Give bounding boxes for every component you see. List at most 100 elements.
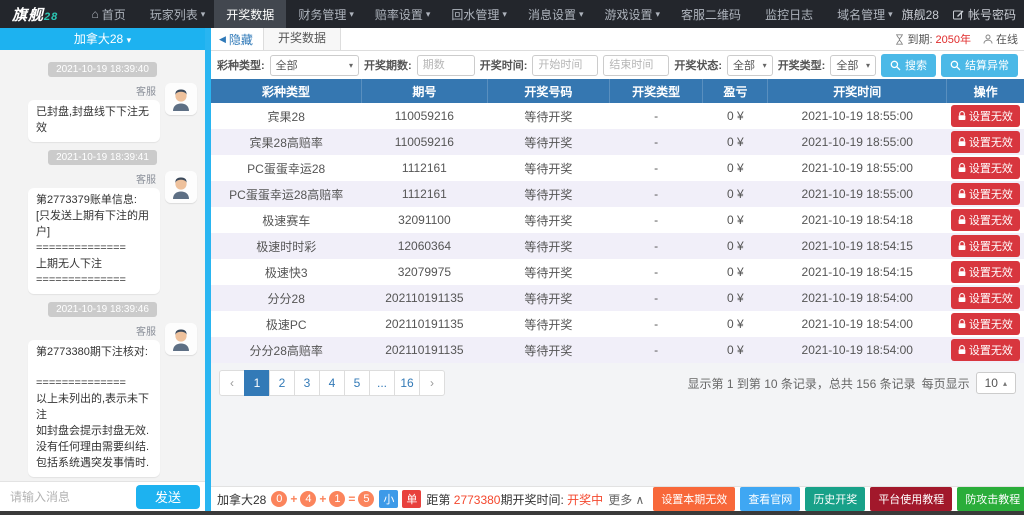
nav-menu-item[interactable]: 域名管理 ▾ bbox=[825, 0, 902, 28]
chat-message: 客服 第2773379账单信息: [只发送上期有下注的用户] =========… bbox=[6, 170, 197, 294]
issue-input[interactable] bbox=[416, 54, 475, 76]
chat-room-selector[interactable]: 加拿大28 ▾ bbox=[0, 28, 205, 50]
cell-lottery-name: 极速赛车 bbox=[262, 213, 311, 228]
page-button[interactable]: ... bbox=[369, 370, 395, 396]
cell-lottery-name: PC蛋蛋幸运28 bbox=[247, 161, 326, 176]
chevron-down-icon: ▾ bbox=[200, 8, 206, 19]
start-time-input[interactable] bbox=[532, 54, 599, 76]
set-invalid-button[interactable]: 设置无效 bbox=[950, 235, 1020, 257]
top-navbar: 旗舰28 ⌂ 首页 玩家列表 ▾ 开奖数据 财务管理 ▾ 赔率设置 ▾ 回水管理 ▾ 消息… bbox=[0, 0, 1024, 28]
cell-draw-time: 2021-10-19 18:55:00 bbox=[801, 187, 913, 201]
column-header: 操作 bbox=[946, 79, 1024, 103]
lock-icon bbox=[958, 163, 966, 172]
page-button[interactable]: 3 bbox=[294, 370, 320, 396]
quick-action-button[interactable]: 设置本期无效 bbox=[653, 487, 736, 511]
set-invalid-button[interactable]: 设置无效 bbox=[950, 183, 1020, 205]
draw-result-balls: 0 +4 +1 = 5 bbox=[271, 491, 375, 507]
cell-profit: 0 ¥ bbox=[726, 265, 744, 279]
account-password-link[interactable]: 帐号密码 bbox=[952, 6, 1016, 23]
nav-menu-item[interactable]: 玩家列表 ▾ bbox=[138, 0, 215, 28]
search-icon bbox=[950, 60, 961, 70]
search-button[interactable]: 搜索 bbox=[881, 53, 936, 77]
chat-message-group: 2021-10-19 18:39:40 客服 已封盘,封盘线下下注无效 bbox=[6, 62, 199, 142]
quick-action-button[interactable]: 防攻击教程 bbox=[957, 487, 1024, 511]
set-invalid-button[interactable]: 设置无效 bbox=[950, 339, 1020, 361]
nav-menu-item[interactable]: 开奖数据 bbox=[214, 0, 287, 28]
result-badge: 小 bbox=[379, 490, 399, 508]
quick-action-button[interactable]: 平台使用教程 bbox=[870, 487, 953, 511]
nav-menu-item[interactable]: 回水管理 ▾ bbox=[439, 0, 516, 28]
nav-menu-item[interactable]: ⌂ 首页 bbox=[82, 0, 137, 28]
draw-status-select[interactable]: 全部 ▾ bbox=[727, 54, 773, 76]
cell-draw-time: 2021-10-19 18:55:00 bbox=[801, 109, 913, 123]
page-button[interactable]: 4 bbox=[319, 370, 345, 396]
page-button[interactable]: 5 bbox=[344, 370, 370, 396]
chevron-down-icon: ▾ bbox=[655, 8, 661, 19]
table-row: 分分28高赔率 202110191135 等待开奖 - 0 ¥ 2021-10-… bbox=[211, 337, 1024, 363]
chevron-down-icon: ▾ bbox=[888, 8, 893, 19]
message-bubble: 已封盘,封盘线下下注无效 bbox=[28, 100, 160, 142]
lottery-type-select[interactable]: 全部 ▾ bbox=[269, 54, 360, 76]
settlement-exception-button[interactable]: 结算异常 bbox=[941, 53, 1018, 77]
page-button[interactable]: › bbox=[419, 370, 445, 396]
avatar bbox=[165, 322, 197, 355]
nav-menu-item[interactable]: 财务管理 ▾ bbox=[286, 0, 363, 28]
issue-label: 开奖期数: bbox=[364, 60, 412, 72]
quick-action-button[interactable]: 查看官网 bbox=[740, 487, 801, 511]
countdown-text: 距第 2773380期开奖时间: 开奖中 bbox=[426, 492, 604, 507]
nav-menu-item[interactable]: 监控日志 bbox=[753, 0, 825, 28]
table-row: PC蛋蛋幸运28高赔率 1112161 等待开奖 - 0 ¥ 2021-10-1… bbox=[211, 181, 1024, 207]
cell-issue-number: 1112161 bbox=[401, 161, 447, 175]
message-timestamp: 2021-10-19 18:39:46 bbox=[48, 301, 157, 317]
page-button[interactable]: 16 bbox=[394, 370, 420, 396]
tab-draw-data[interactable]: 开奖数据 bbox=[262, 28, 341, 50]
session-info: 到期: 2050年 在线 bbox=[887, 31, 1024, 47]
nav-menu-item[interactable]: 游戏设置 ▾ bbox=[593, 0, 670, 28]
lock-icon bbox=[958, 293, 966, 302]
online-indicator[interactable]: 在线 bbox=[983, 31, 1018, 47]
chat-sidebar: 加拿大28 ▾ 2021-10-19 18:39:40 客服 已封盘,封盘线下下… bbox=[0, 28, 205, 511]
set-invalid-button[interactable]: 设置无效 bbox=[950, 105, 1020, 127]
cell-profit: 0 ¥ bbox=[726, 187, 744, 201]
page-button[interactable]: 1 bbox=[244, 370, 270, 396]
page-size-select[interactable]: 10 ▴ bbox=[975, 372, 1016, 394]
nav-menu-item[interactable]: 客服二维码 bbox=[669, 0, 753, 28]
more-toggle[interactable]: 更多 ∧ bbox=[608, 491, 644, 508]
message-input[interactable] bbox=[0, 489, 136, 504]
draw-result-ball: 5 bbox=[358, 491, 375, 507]
lock-icon bbox=[958, 137, 966, 146]
set-invalid-button[interactable]: 设置无效 bbox=[950, 209, 1020, 231]
set-invalid-button[interactable]: 设置无效 bbox=[950, 157, 1020, 179]
hide-sidebar-button[interactable]: ◀ 隐藏 bbox=[211, 31, 263, 48]
set-invalid-button[interactable]: 设置无效 bbox=[950, 261, 1020, 283]
set-invalid-button[interactable]: 设置无效 bbox=[950, 313, 1020, 335]
draw-kind-select[interactable]: 全部 ▾ bbox=[830, 54, 876, 76]
message-sender: 客服 bbox=[136, 174, 156, 186]
set-invalid-button[interactable]: 设置无效 bbox=[950, 287, 1020, 309]
cell-draw-code: 等待开奖 bbox=[524, 291, 573, 306]
set-invalid-button[interactable]: 设置无效 bbox=[950, 131, 1020, 153]
cell-draw-code: 等待开奖 bbox=[524, 317, 573, 332]
cell-draw-type: - bbox=[654, 187, 659, 201]
site-name-link[interactable]: 旗舰28 bbox=[902, 6, 939, 23]
person-icon bbox=[983, 34, 993, 44]
plus-sign: + bbox=[290, 492, 298, 506]
message-timestamp: 2021-10-19 18:39:41 bbox=[48, 149, 157, 165]
message-sender: 客服 bbox=[136, 326, 156, 338]
table-row: 宾果28高赔率 110059216 等待开奖 - 0 ¥ 2021-10-19 … bbox=[211, 129, 1024, 155]
end-time-input[interactable] bbox=[603, 54, 670, 76]
send-button[interactable]: 发送 bbox=[136, 484, 200, 509]
draw-kind-label: 开奖类型: bbox=[777, 60, 826, 72]
cell-draw-type: - bbox=[654, 109, 659, 123]
nav-menu-item[interactable]: 消息设置 ▾ bbox=[516, 0, 593, 28]
page-button[interactable]: ‹ bbox=[219, 370, 245, 396]
quick-action-button[interactable]: 历史开奖 bbox=[805, 487, 866, 511]
nav-menu-item[interactable]: 赔率设置 ▾ bbox=[363, 0, 440, 28]
draw-status: 开奖中 bbox=[567, 492, 604, 507]
page-button[interactable]: 2 bbox=[269, 370, 295, 396]
chat-message-group: 2021-10-19 18:39:46 客服 第2773380期下注核对: ==… bbox=[6, 301, 199, 477]
lock-icon bbox=[958, 241, 966, 250]
chevron-down-icon: ▾ bbox=[126, 35, 132, 45]
avatar bbox=[165, 170, 197, 203]
